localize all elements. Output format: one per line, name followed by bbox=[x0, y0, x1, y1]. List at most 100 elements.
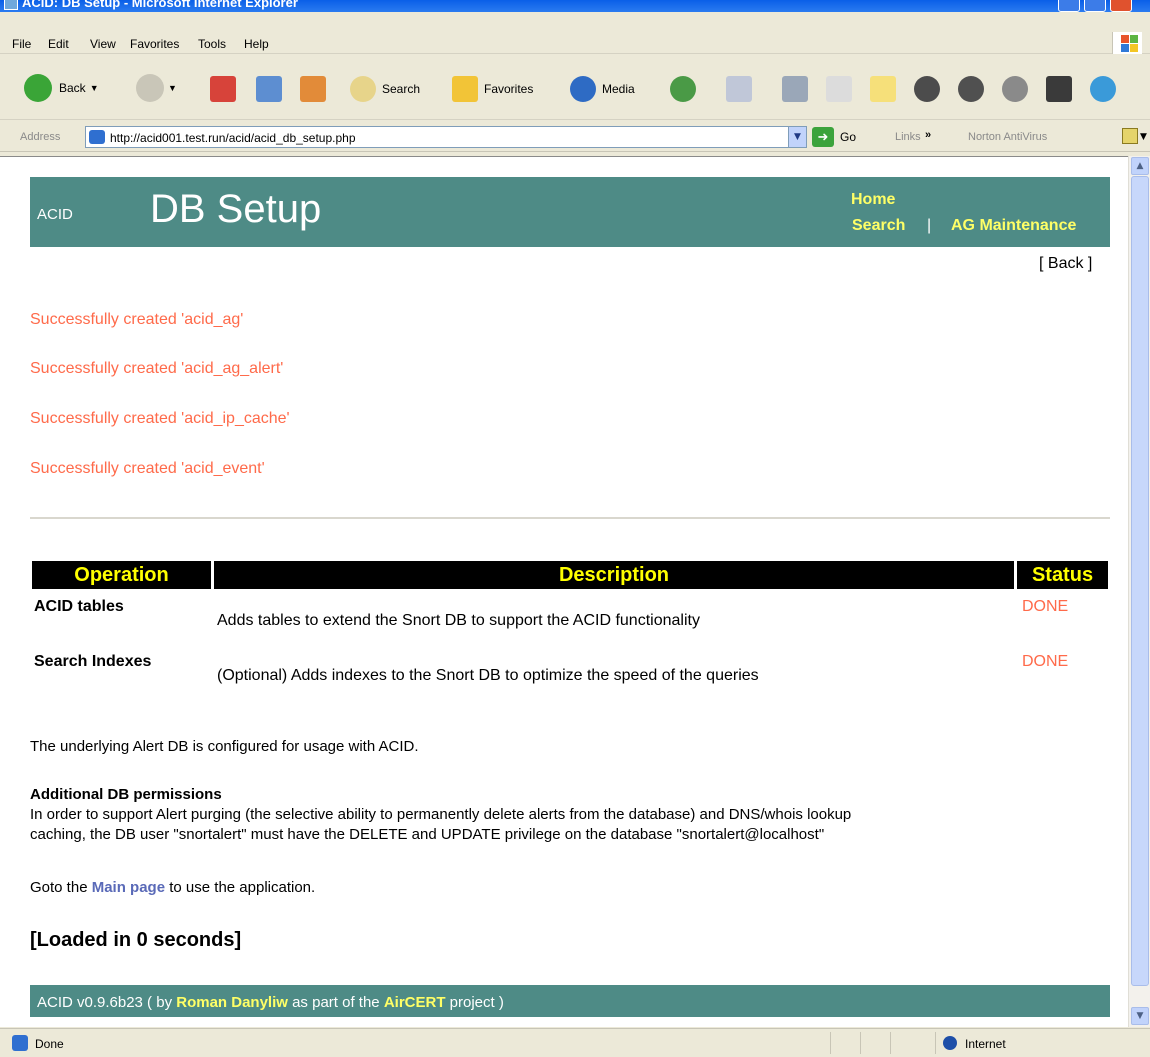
security-zone: Internet bbox=[965, 1037, 1006, 1051]
scroll-down-icon[interactable]: ▼ bbox=[1131, 1007, 1149, 1025]
mail-icon[interactable] bbox=[726, 76, 752, 102]
users-icon[interactable] bbox=[1090, 76, 1116, 102]
status-text: Done bbox=[35, 1037, 64, 1051]
author-link[interactable]: Roman Danyliw bbox=[176, 994, 288, 1011]
edit-icon[interactable] bbox=[826, 76, 852, 102]
title-bar: ACID: DB Setup - Microsoft Internet Expl… bbox=[0, 0, 1150, 12]
forward-arrow-icon bbox=[136, 74, 164, 102]
search-button[interactable]: Search bbox=[350, 76, 420, 102]
forward-button[interactable]: ▼ bbox=[136, 74, 177, 102]
load-time: [Loaded in 0 seconds] bbox=[30, 929, 242, 951]
chevron-down-icon[interactable]: ▼ bbox=[1140, 132, 1147, 142]
research-icon[interactable] bbox=[1046, 76, 1072, 102]
stop-icon[interactable] bbox=[210, 76, 236, 102]
vertical-scrollbar[interactable]: ▲ ▼ bbox=[1128, 156, 1150, 1027]
success-message: Successfully created 'acid_ip_cache' bbox=[30, 410, 290, 427]
go-arrow-icon: ➜ bbox=[812, 127, 834, 147]
ie-app-icon bbox=[4, 0, 18, 10]
close-button[interactable] bbox=[1110, 0, 1132, 12]
toolbar: Back ▼ ▼ Search Favorites Media bbox=[0, 56, 1150, 120]
status-bar: Done Internet bbox=[0, 1028, 1150, 1057]
globe-icon bbox=[943, 1036, 957, 1050]
footer-version: ACID v0.9.6b23 ( by bbox=[37, 994, 177, 1011]
address-bar: Address http://acid001.test.run/acid/aci… bbox=[0, 122, 1150, 152]
go-button[interactable]: ➜ Go bbox=[812, 127, 856, 147]
permissions-title: Additional DB permissions bbox=[30, 786, 222, 803]
menu-file[interactable]: File bbox=[12, 37, 31, 51]
menu-help[interactable]: Help bbox=[244, 37, 269, 51]
operation-status: DONE bbox=[1022, 598, 1069, 615]
operation-description: (Optional) Adds indexes to the Snort DB … bbox=[217, 667, 759, 684]
gear-icon[interactable] bbox=[958, 76, 984, 102]
column-header-operation: Operation bbox=[32, 561, 211, 589]
status-divider bbox=[860, 1032, 861, 1054]
go-label: Go bbox=[840, 130, 857, 144]
favorites-label: Favorites bbox=[484, 82, 534, 96]
status-divider bbox=[890, 1032, 891, 1054]
windows-logo-icon bbox=[1112, 32, 1142, 54]
back-button[interactable]: Back ▼ bbox=[24, 74, 99, 102]
acid-footer: ACID v0.9.6b23 ( by Roman Danyliw as par… bbox=[30, 985, 1110, 1017]
success-message: Successfully created 'acid_ag' bbox=[30, 311, 244, 328]
chevron-down-icon: ▼ bbox=[89, 83, 99, 93]
maximize-button[interactable] bbox=[1084, 0, 1106, 12]
page-viewport: ACID DB Setup Home Search | AG Maintenan… bbox=[0, 156, 1128, 1027]
nav-search-link[interactable]: Search bbox=[852, 217, 905, 235]
menu-view[interactable]: View bbox=[90, 37, 116, 51]
menu-tools[interactable]: Tools bbox=[198, 37, 226, 51]
chevron-down-icon: ▼ bbox=[168, 83, 177, 93]
history-icon[interactable] bbox=[670, 76, 696, 102]
column-header-description: Description bbox=[214, 561, 1014, 589]
back-arrow-icon bbox=[24, 74, 52, 102]
success-message: Successfully created 'acid_ag_alert' bbox=[30, 360, 284, 377]
operation-description: Adds tables to extend the Snort DB to su… bbox=[217, 612, 700, 629]
operation-status: DONE bbox=[1022, 653, 1069, 670]
operation-name: ACID tables bbox=[34, 598, 124, 615]
address-input[interactable]: http://acid001.test.run/acid/acid_db_set… bbox=[85, 126, 807, 148]
chevron-down-icon[interactable]: ▼ bbox=[788, 127, 806, 147]
search-label: Search bbox=[382, 82, 421, 96]
links-button[interactable]: Links bbox=[895, 131, 921, 143]
menu-favorites[interactable]: Favorites bbox=[130, 37, 179, 51]
aircert-link[interactable]: AirCERT bbox=[384, 994, 446, 1011]
permissions-text-1: In order to support Alert purging (the s… bbox=[30, 806, 852, 823]
nav-separator: | bbox=[927, 217, 932, 234]
refresh-icon[interactable] bbox=[256, 76, 282, 102]
notes-icon[interactable] bbox=[870, 76, 896, 102]
page-icon bbox=[12, 1035, 28, 1051]
browser-window: ACID: DB Setup - Microsoft Internet Expl… bbox=[0, 0, 1150, 1057]
star-icon bbox=[452, 76, 478, 102]
column-header-status: Status bbox=[1017, 561, 1108, 589]
main-page-link[interactable]: Main page bbox=[92, 879, 165, 896]
footer-middle: as part of the bbox=[287, 994, 384, 1011]
address-url[interactable]: http://acid001.test.run/acid/acid_db_set… bbox=[110, 131, 356, 145]
minimize-button[interactable] bbox=[1058, 0, 1080, 12]
norton-antivirus-button[interactable]: Norton AntiVirus bbox=[968, 131, 1047, 143]
menu-edit[interactable]: Edit bbox=[48, 37, 69, 51]
media-icon bbox=[570, 76, 596, 102]
messenger-icon[interactable] bbox=[1002, 76, 1028, 102]
acid-brand: ACID bbox=[37, 206, 73, 223]
more-chevron[interactable]: » bbox=[925, 129, 931, 141]
search-icon bbox=[350, 76, 376, 102]
back-label: Back bbox=[59, 81, 86, 95]
status-divider bbox=[935, 1032, 936, 1054]
page-title: DB Setup bbox=[150, 187, 322, 231]
home-icon[interactable] bbox=[300, 76, 326, 102]
scroll-up-icon[interactable]: ▲ bbox=[1131, 157, 1149, 175]
address-label: Address bbox=[20, 131, 61, 143]
disc-icon[interactable] bbox=[914, 76, 940, 102]
nav-home-link[interactable]: Home bbox=[851, 191, 895, 209]
media-button[interactable]: Media bbox=[570, 76, 635, 102]
norton-icon[interactable] bbox=[1122, 128, 1138, 144]
scroll-thumb[interactable] bbox=[1131, 176, 1149, 986]
permissions-block: Additional DB permissions In order to su… bbox=[30, 785, 851, 845]
back-link[interactable]: [ Back ] bbox=[1039, 255, 1092, 273]
nav-ag-maintenance-link[interactable]: AG Maintenance bbox=[951, 217, 1076, 235]
operation-name: Search Indexes bbox=[34, 653, 152, 670]
acid-header-banner: ACID DB Setup Home Search | AG Maintenan… bbox=[30, 177, 1110, 247]
window-title: ACID: DB Setup - Microsoft Internet Expl… bbox=[22, 0, 298, 10]
print-icon[interactable] bbox=[782, 76, 808, 102]
goto-suffix: to use the application. bbox=[165, 879, 316, 896]
favorites-button[interactable]: Favorites bbox=[452, 76, 533, 102]
